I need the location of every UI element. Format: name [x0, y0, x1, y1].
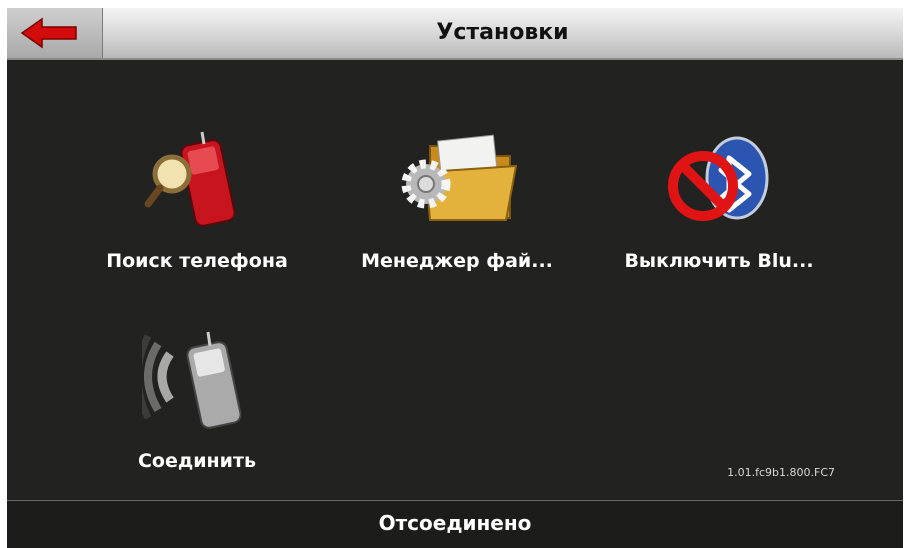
- version-label: 1.01.fc9b1.800.FC7: [727, 466, 835, 479]
- bluetooth-off-icon: [668, 136, 769, 221]
- phone-search-button[interactable]: Поиск телефона: [77, 126, 317, 272]
- tile-label: Соединить: [137, 450, 256, 472]
- tile-label: Выключить Blu...: [624, 250, 814, 272]
- tile-label: Поиск телефона: [106, 250, 288, 272]
- title-bar: Установки: [7, 8, 903, 60]
- back-arrow-icon: [20, 17, 77, 49]
- phone-search-icon: [144, 131, 236, 227]
- status-bar: Отсоединено: [7, 500, 903, 548]
- connect-button[interactable]: Соединить: [77, 326, 317, 472]
- file-manager-icon: [401, 134, 518, 221]
- settings-screen: Установки Поиск телефона Менеджер фай...: [7, 8, 903, 548]
- page-title: Установки: [436, 20, 569, 45]
- bluetooth-off-button[interactable]: Выключить Blu...: [599, 126, 839, 272]
- tile-label: Менеджер фай...: [361, 250, 553, 272]
- back-button[interactable]: [7, 8, 103, 58]
- connection-status: Отсоединено: [378, 511, 532, 535]
- phone-connect-icon: [142, 331, 242, 429]
- file-manager-button[interactable]: Менеджер фай...: [337, 126, 577, 272]
